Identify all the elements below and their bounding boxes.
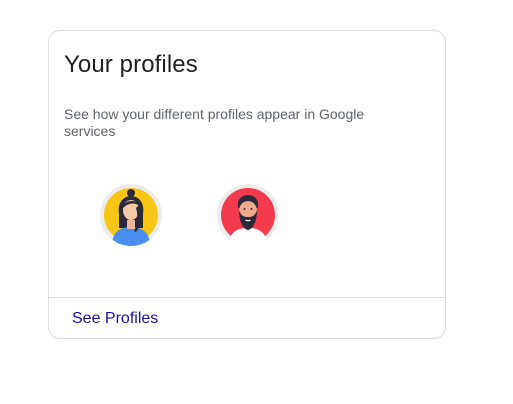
card-title: Your profiles [64, 51, 198, 78]
card-divider [49, 297, 445, 298]
see-profiles-link[interactable]: See Profiles [72, 310, 158, 328]
profile-avatar-man-beard-icon[interactable] [217, 184, 279, 246]
profiles-card: Your profiles See how your different pro… [48, 30, 446, 339]
card-subtitle: See how your different profiles appear i… [64, 106, 365, 139]
profile-avatar-woman-icon[interactable] [100, 184, 162, 246]
